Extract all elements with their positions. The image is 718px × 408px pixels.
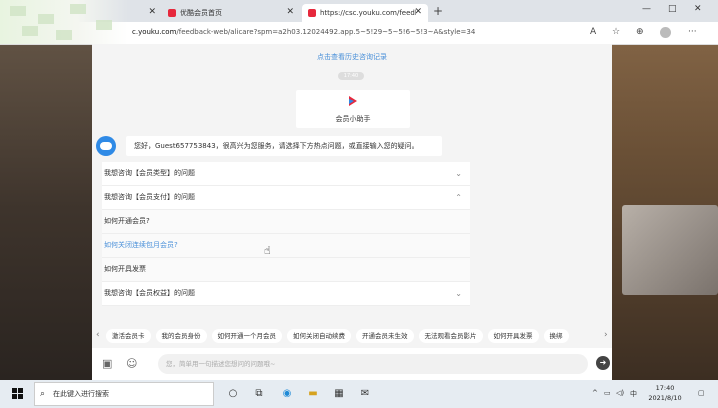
faq-question[interactable]: 如何开具发票 (102, 258, 470, 282)
assistant-card: 会员小助手 (296, 90, 410, 128)
quick-chips: 激活会员卡 我的会员身份 如何开通一个月会员 如何关闭自动续费 开通会员未生效 无法观看会… (106, 329, 602, 343)
youku-logo-icon (349, 96, 357, 106)
greeting-message: 您好，Guest657753843，很高兴为您服务，请选择下方热点问题，或直接输… (126, 136, 442, 156)
favorite-star-icon[interactable]: ☆ (612, 27, 620, 37)
chevron-right-icon[interactable]: › (604, 330, 608, 340)
time-pill: 17:40 (338, 72, 364, 80)
quick-chip[interactable]: 我的会员身份 (155, 329, 207, 343)
ime-indicator[interactable]: 中 (630, 389, 637, 399)
close-window-button[interactable]: ✕ (694, 4, 702, 14)
faq-category[interactable]: 我想咨询【会员权益】的问题 ⌄ (102, 282, 470, 306)
notification-icon[interactable]: ▢ (698, 389, 705, 397)
quick-questions-bar: ‹ 激活会员卡 我的会员身份 如何开通一个月会员 如何关闭自动续费 开通会员未生效 无法观… (92, 326, 612, 346)
quick-chip[interactable]: 如何关闭自动续费 (287, 329, 351, 343)
task-view-icon[interactable]: ⧉ (252, 387, 266, 401)
chevron-up-icon: ⌃ (455, 193, 462, 202)
chevron-left-icon[interactable]: ‹ (96, 330, 100, 340)
youku-favicon-icon (168, 9, 176, 17)
taskbar-clock[interactable]: 17:40 2021/8/10 (642, 383, 688, 403)
new-tab-button[interactable]: + (433, 4, 443, 18)
cortana-icon[interactable]: ○ (226, 387, 240, 401)
send-button[interactable]: ➜ (596, 356, 610, 370)
url-text[interactable]: c.youku.com/feedback-web/alicare?spm=a2h… (132, 28, 475, 36)
history-link[interactable]: 点击查看历史咨询记录 (92, 52, 612, 62)
tab-3-active[interactable]: https://csc.youku.com/feedback ✕ (302, 4, 428, 22)
file-explorer-icon[interactable]: ▬ (306, 387, 320, 401)
quick-chip[interactable]: 换绑 (543, 329, 569, 343)
profile-avatar[interactable] (660, 27, 671, 38)
hand-cursor-icon: ☝ (264, 244, 271, 257)
volume-icon[interactable]: ◁) (616, 389, 624, 397)
close-icon[interactable]: ✕ (148, 7, 156, 17)
message-input[interactable]: 您，简单用一句描述您想问的问题哦~ (158, 354, 588, 374)
image-upload-icon[interactable]: ▣ (102, 357, 112, 370)
store-icon[interactable]: ▦ (332, 387, 346, 401)
more-menu-icon[interactable]: ··· (688, 27, 697, 37)
input-bar: ▣ ☺ 您，简单用一句描述您想问的问题哦~ ➜ (92, 348, 612, 380)
redaction-blur (0, 0, 128, 44)
tab-2-label: 优酷会员首页 (180, 9, 222, 17)
faq-question[interactable]: 如何关闭连续包月会员? (102, 234, 470, 258)
windows-start-icon[interactable] (12, 388, 24, 400)
faq-list: 我想咨询【会员类型】的问题 ⌄ 我想咨询【会员支付】的问题 ⌃ 如何开通会员? … (102, 162, 470, 306)
windows-taskbar: ⌕ 在此键入进行搜索 ○ ⧉ ◉ ▬ ▦ ✉ ^ ▭ ◁) 中 17:40 20… (0, 380, 718, 408)
faq-category[interactable]: 我想咨询【会员类型】的问题 ⌄ (102, 162, 470, 186)
search-icon: ⌕ (40, 389, 46, 399)
minimize-button[interactable]: — (642, 4, 651, 14)
taskbar-search[interactable]: ⌕ 在此键入进行搜索 (34, 382, 214, 406)
maximize-button[interactable]: □ (668, 4, 677, 14)
bot-avatar-icon (96, 136, 116, 156)
close-icon[interactable]: ✕ (286, 7, 294, 17)
edge-icon[interactable]: ◉ (280, 387, 294, 401)
tab-2[interactable]: 优酷会员首页 ✕ (162, 4, 300, 22)
tray-chevron-icon[interactable]: ^ (592, 389, 598, 397)
collections-icon[interactable]: ⊕ (636, 27, 644, 37)
chat-page: 点击查看历史咨询记录 17:40 会员小助手 您好，Guest657753843… (92, 44, 612, 380)
close-icon[interactable]: ✕ (414, 7, 422, 17)
quick-chip[interactable]: 开通会员未生效 (356, 329, 414, 343)
read-aloud-icon[interactable]: A (590, 27, 596, 37)
chevron-down-icon: ⌄ (455, 289, 462, 298)
tab-3-label: https://csc.youku.com/feedback (320, 9, 416, 17)
chevron-down-icon: ⌄ (455, 169, 462, 178)
faq-question[interactable]: 如何开通会员? (102, 210, 470, 234)
quick-chip[interactable]: 无法观看会员影片 (418, 329, 483, 343)
assistant-name: 会员小助手 (335, 115, 371, 123)
youku-favicon-icon (308, 9, 316, 17)
network-icon[interactable]: ▭ (604, 389, 611, 397)
emoji-icon[interactable]: ☺ (126, 357, 137, 370)
quick-chip[interactable]: 如何开具发票 (487, 329, 539, 343)
faq-category[interactable]: 我想咨询【会员支付】的问题 ⌃ (102, 186, 470, 210)
quick-chip[interactable]: 激活会员卡 (106, 329, 151, 343)
mail-icon[interactable]: ✉ (358, 387, 372, 401)
quick-chip[interactable]: 如何开通一个月会员 (211, 329, 282, 343)
